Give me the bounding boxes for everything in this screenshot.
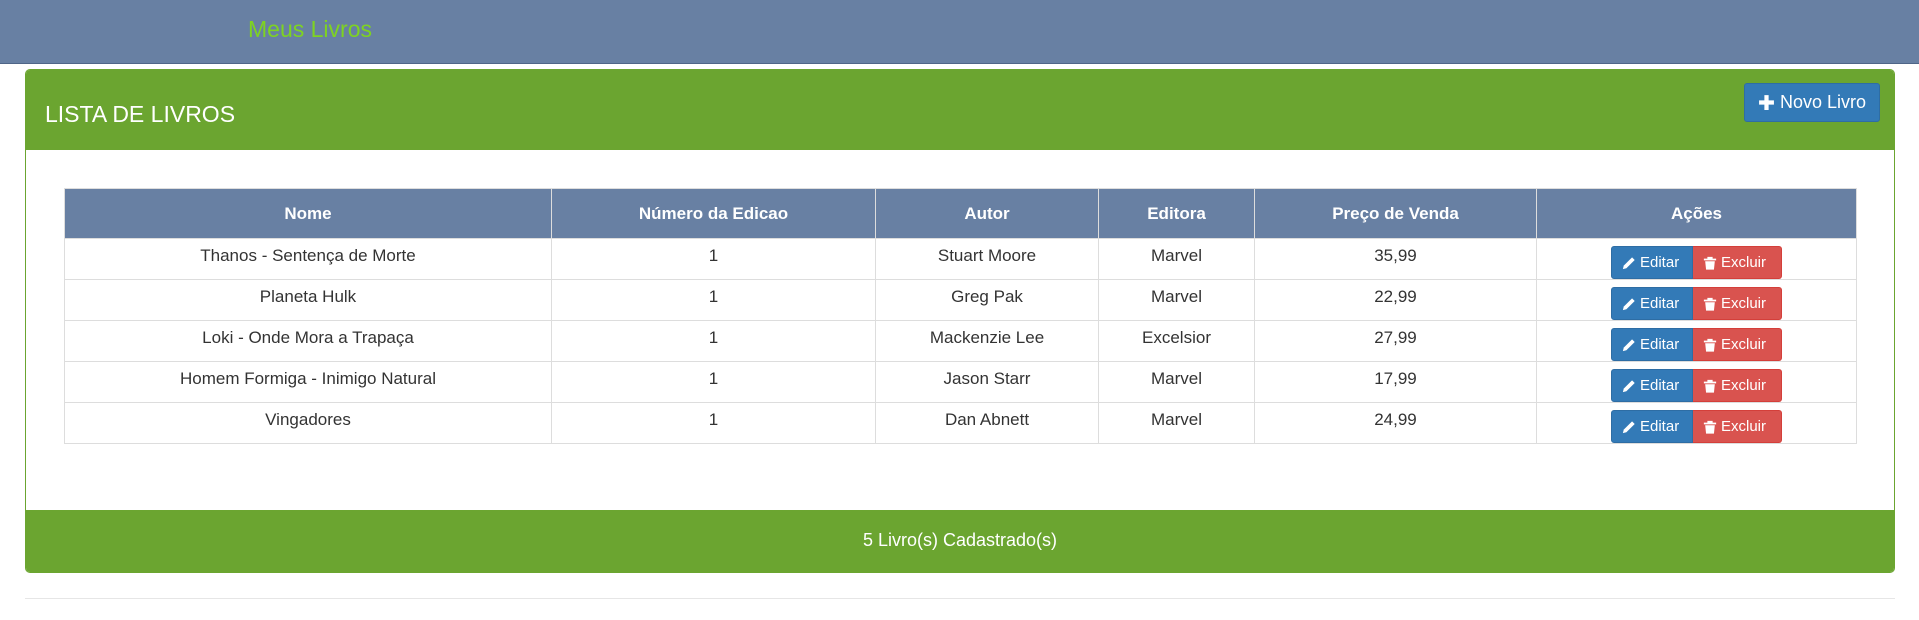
cell-preco: 22,99: [1254, 279, 1537, 321]
panel-footer: 5 Livro(s) Cadastrado(s): [26, 510, 1894, 572]
table-row: Vingadores 1 Dan Abnett Marvel 24,99 Edi…: [64, 402, 1857, 444]
header-editora: Editora: [1098, 188, 1255, 239]
delete-label: Excluir: [1721, 336, 1767, 353]
new-book-label: Novo Livro: [1779, 92, 1867, 112]
row-actions: Editar Excluir: [1611, 369, 1782, 402]
header-autor: Autor: [875, 188, 1099, 239]
edit-button[interactable]: Editar: [1611, 287, 1693, 320]
row-actions: Editar Excluir: [1611, 328, 1782, 361]
cell-edicao: 1: [551, 238, 876, 280]
cell-nome: Planeta Hulk: [64, 279, 552, 321]
brand-title[interactable]: Meus Livros: [248, 16, 372, 43]
cell-acoes: Editar Excluir: [1536, 402, 1857, 444]
trash-icon: [1703, 256, 1717, 270]
cell-preco: 27,99: [1254, 320, 1537, 362]
header-preco: Preço de Venda: [1254, 188, 1537, 239]
pencil-icon: [1622, 338, 1635, 351]
delete-label: Excluir: [1721, 418, 1767, 435]
navbar: Meus Livros: [0, 0, 1919, 64]
cell-autor: Greg Pak: [875, 279, 1099, 321]
trash-icon: [1703, 297, 1717, 311]
cell-acoes: Editar Excluir: [1536, 238, 1857, 280]
cell-editora: Marvel: [1098, 361, 1255, 403]
header-acoes: Ações: [1536, 188, 1857, 239]
cell-acoes: Editar Excluir: [1536, 361, 1857, 403]
delete-button[interactable]: Excluir: [1693, 410, 1782, 443]
table-header-row: Nome Número da Edicao Autor Editora Preç…: [64, 188, 1857, 239]
cell-preco: 17,99: [1254, 361, 1537, 403]
header-numero-edicao: Número da Edicao: [551, 188, 876, 239]
cell-nome: Thanos - Sentença de Morte: [64, 238, 552, 280]
cell-acoes: Editar Excluir: [1536, 279, 1857, 321]
delete-button[interactable]: Excluir: [1693, 328, 1782, 361]
edit-button[interactable]: Editar: [1611, 246, 1693, 279]
table-row: Thanos - Sentença de Morte 1 Stuart Moor…: [64, 238, 1857, 280]
row-actions: Editar Excluir: [1611, 410, 1782, 443]
cell-acoes: Editar Excluir: [1536, 320, 1857, 362]
cell-autor: Dan Abnett: [875, 402, 1099, 444]
table-row: Homem Formiga - Inimigo Natural 1 Jason …: [64, 361, 1857, 403]
header-nome: Nome: [64, 188, 552, 239]
edit-label: Editar: [1640, 418, 1680, 435]
cell-preco: 24,99: [1254, 402, 1537, 444]
cell-nome: Homem Formiga - Inimigo Natural: [64, 361, 552, 403]
delete-button[interactable]: Excluir: [1693, 246, 1782, 279]
row-actions: Editar Excluir: [1611, 246, 1782, 279]
cell-edicao: 1: [551, 279, 876, 321]
panel-body: Nome Número da Edicao Autor Editora Preç…: [26, 150, 1894, 510]
new-book-button[interactable]: Novo Livro: [1744, 83, 1880, 122]
divider: [25, 598, 1895, 599]
cell-autor: Jason Starr: [875, 361, 1099, 403]
cell-edicao: 1: [551, 320, 876, 362]
delete-label: Excluir: [1721, 254, 1767, 271]
trash-icon: [1703, 338, 1717, 352]
edit-button[interactable]: Editar: [1611, 328, 1693, 361]
cell-editora: Marvel: [1098, 402, 1255, 444]
books-table: Nome Número da Edicao Autor Editora Preç…: [64, 188, 1857, 444]
edit-button[interactable]: Editar: [1611, 369, 1693, 402]
cell-editora: Excelsior: [1098, 320, 1255, 362]
edit-label: Editar: [1640, 336, 1680, 353]
edit-label: Editar: [1640, 377, 1680, 394]
panel-heading: LISTA DE LIVROS Novo Livro: [26, 70, 1894, 150]
cell-edicao: 1: [551, 361, 876, 403]
edit-label: Editar: [1640, 295, 1680, 312]
trash-icon: [1703, 420, 1717, 434]
pencil-icon: [1622, 379, 1635, 392]
delete-button[interactable]: Excluir: [1693, 287, 1782, 320]
cell-nome: Vingadores: [64, 402, 552, 444]
pencil-icon: [1622, 297, 1635, 310]
trash-icon: [1703, 379, 1717, 393]
pencil-icon: [1622, 256, 1635, 269]
table-row: Planeta Hulk 1 Greg Pak Marvel 22,99 Edi…: [64, 279, 1857, 321]
delete-button[interactable]: Excluir: [1693, 369, 1782, 402]
cell-editora: Marvel: [1098, 279, 1255, 321]
books-panel: LISTA DE LIVROS Novo Livro Nome Número d…: [25, 69, 1895, 573]
row-actions: Editar Excluir: [1611, 287, 1782, 320]
edit-label: Editar: [1640, 254, 1680, 271]
table-row: Loki - Onde Mora a Trapaça 1 Mackenzie L…: [64, 320, 1857, 362]
delete-label: Excluir: [1721, 377, 1767, 394]
edit-button[interactable]: Editar: [1611, 410, 1693, 443]
delete-label: Excluir: [1721, 295, 1767, 312]
cell-autor: Mackenzie Lee: [875, 320, 1099, 362]
cell-nome: Loki - Onde Mora a Trapaça: [64, 320, 552, 362]
pencil-icon: [1622, 420, 1635, 433]
cell-preco: 35,99: [1254, 238, 1537, 280]
panel-title: LISTA DE LIVROS: [45, 101, 236, 127]
books-count: 5 Livro(s) Cadastrado(s): [862, 529, 1058, 550]
plus-icon: [1759, 95, 1774, 110]
cell-edicao: 1: [551, 402, 876, 444]
cell-editora: Marvel: [1098, 238, 1255, 280]
cell-autor: Stuart Moore: [875, 238, 1099, 280]
